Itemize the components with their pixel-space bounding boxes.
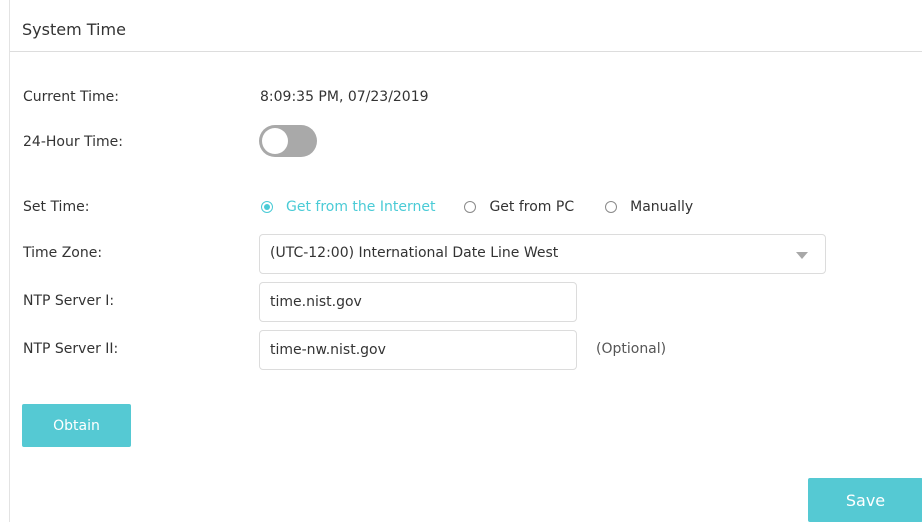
current-time-value: 8:09:35 PM, 07/23/2019 bbox=[260, 89, 429, 105]
hour24-label: 24-Hour Time: bbox=[23, 134, 124, 150]
optional-note: (Optional) bbox=[596, 341, 667, 357]
radio-unchecked-icon bbox=[464, 201, 477, 213]
chevron-down-icon bbox=[796, 252, 808, 259]
ntp-server-2-input[interactable] bbox=[259, 330, 577, 370]
ntp-server-1-input[interactable] bbox=[259, 282, 577, 322]
radio-label-internet: Get from the Internet bbox=[286, 199, 436, 215]
current-time-label: Current Time: bbox=[23, 89, 120, 105]
title-divider bbox=[10, 51, 922, 52]
ntp-server-1-label: NTP Server I: bbox=[23, 293, 115, 309]
radio-checked-icon bbox=[261, 201, 273, 213]
time-zone-select[interactable]: (UTC-12:00) International Date Line West bbox=[259, 234, 826, 274]
time-zone-label: Time Zone: bbox=[23, 245, 103, 261]
radio-label-pc: Get from PC bbox=[489, 199, 575, 215]
obtain-button[interactable]: Obtain bbox=[22, 404, 131, 447]
radio-label-manually: Manually bbox=[630, 199, 694, 215]
set-time-radio-group: Get from the Internet Get from PC Manual… bbox=[261, 197, 693, 217]
toggle-knob bbox=[262, 128, 288, 154]
section-title: System Time bbox=[22, 20, 126, 39]
radio-option-pc[interactable]: Get from PC bbox=[464, 199, 574, 215]
time-zone-selected-value: (UTC-12:00) International Date Line West bbox=[270, 245, 559, 261]
system-time-panel: System Time Current Time: 8:09:35 PM, 07… bbox=[9, 0, 922, 522]
radio-option-internet[interactable]: Get from the Internet bbox=[261, 199, 435, 215]
ntp-server-2-label: NTP Server II: bbox=[23, 341, 119, 357]
radio-unchecked-icon bbox=[605, 201, 618, 213]
radio-option-manually[interactable]: Manually bbox=[605, 199, 693, 215]
hour24-toggle[interactable] bbox=[259, 125, 317, 157]
set-time-label: Set Time: bbox=[23, 199, 90, 215]
save-button[interactable]: Save bbox=[808, 478, 922, 522]
